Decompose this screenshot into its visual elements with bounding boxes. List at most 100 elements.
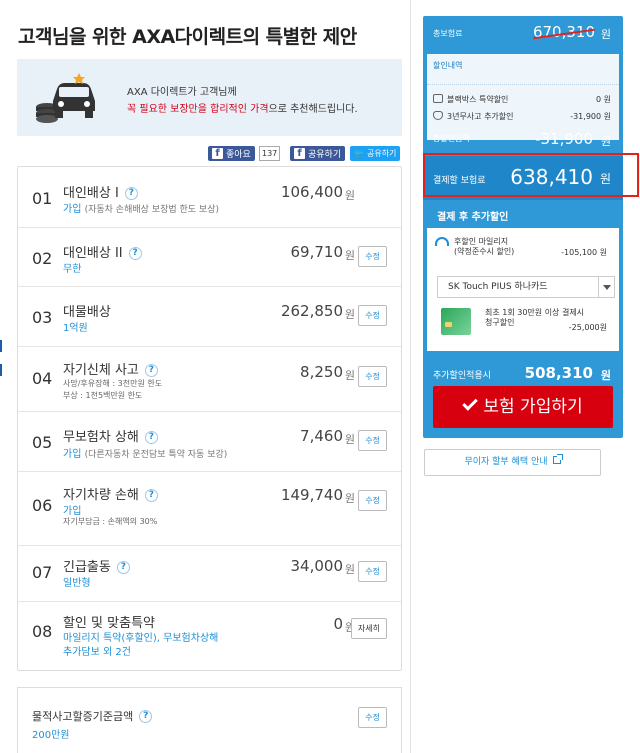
help-icon[interactable]: ? — [144, 364, 158, 377]
join-insurance-button[interactable]: 보험 가입하기 — [433, 386, 613, 428]
after-payment-discounts: 후할인 마일리지 (약정준수시 할인) -105,100 원 SK Touch P… — [427, 228, 619, 351]
left-edge-marks — [0, 340, 3, 382]
won-unit: 원 — [344, 369, 355, 382]
total-premium-label: 총보험료 — [433, 29, 463, 38]
coverage-row-03: 03 대물배상 1억원 262,850 원 수정 — [18, 287, 401, 347]
coverage-name: 대물배상 — [63, 305, 111, 320]
coverage-row-04: 04 자기신체 사고? 사망/후유장해 : 3천만원 한도 부상 : 1천5백만원… — [18, 347, 401, 412]
coverage-row-02: 02 대인배상 II? 무한 69,710 원 수정 — [18, 228, 401, 287]
facebook-like-button[interactable]: f 좋아요 — [208, 146, 255, 161]
help-icon[interactable]: ? — [124, 187, 138, 200]
help-icon[interactable]: ? — [144, 431, 158, 444]
coverage-note: 사망/후유장해 : 3천만원 한도 부상 : 1천5백만원 한도 — [63, 379, 163, 400]
coverage-row-07: 07 긴급출동? 일반형 34,000 원 수정 — [18, 546, 401, 602]
after-payment-discount-header: 결제 후 추가할인 — [437, 212, 509, 223]
edit-button[interactable]: 수정 — [358, 305, 387, 326]
won-unit: 원 — [344, 189, 355, 202]
recommendation-banner: AXA 다이렉트가 고객님께 꼭 필요한 보장만을 합리적인 가격으로 추천해드… — [17, 59, 402, 136]
coverage-sub: 일반형 — [63, 578, 91, 589]
banner-line-1: AXA 다이렉트가 고객님께 — [127, 87, 237, 98]
coverage-sub: 가입 — [63, 506, 82, 517]
coverage-sub: 마일리지 특약(후할인), 무보험차상해 추가담보 외 2건 — [63, 633, 219, 658]
coverage-amount: 0 — [333, 615, 343, 633]
edit-button[interactable]: 수정 — [358, 366, 387, 387]
coverage-row-08: 08 할인 및 맞춤특약 마일리지 특약(후할인), 무보험차상해 추가담보 외 … — [18, 602, 401, 671]
fb-share-label: 공유하기 — [308, 150, 342, 160]
won-unit: 원 — [344, 249, 355, 262]
discount-item: 블랙박스 특약할인 0 원 — [433, 94, 611, 106]
facebook-share-button[interactable]: f 공유하기 — [290, 146, 346, 161]
total-discount-label: 총할인금액 — [433, 134, 470, 143]
coverage-number: 06 — [32, 496, 53, 515]
shield-icon — [433, 111, 443, 120]
discount-item: 3년무사고 추가할인 -31,900 원 — [433, 111, 611, 123]
coverage-amount: 262,850 — [280, 302, 343, 320]
coverage-amount: 8,250 — [300, 363, 343, 381]
facebook-icon: f — [294, 148, 305, 159]
edit-button[interactable]: 수정 — [358, 430, 387, 451]
discounted-total-label: 추가할인적용시 — [433, 371, 491, 381]
won-unit: 원 — [344, 563, 355, 576]
won-unit: 원 — [600, 28, 611, 41]
coverage-number: 07 — [32, 563, 53, 582]
coverage-amount: 7,460 — [300, 427, 343, 445]
help-icon[interactable]: ? — [128, 247, 142, 260]
won-unit: 원 — [344, 492, 355, 505]
edit-button[interactable]: 수정 — [358, 561, 387, 582]
like-label: 좋아요 — [226, 150, 251, 160]
discount-header: 할인내역 — [433, 61, 463, 70]
won-unit: 원 — [600, 135, 611, 148]
coverage-sub: 1억원 — [63, 323, 88, 334]
banner-line-2: 꼭 필요한 보장만을 합리적인 가격으로 추천해드립니다. — [127, 100, 358, 115]
banner-line-2-rest: 으로 추천해드립니다. — [268, 104, 358, 115]
coverage-amount: 106,400 — [280, 183, 343, 201]
card-discount-value: -25,000원 — [568, 323, 607, 332]
edit-button[interactable]: 수정 — [358, 490, 387, 511]
mileage-gauge-icon — [435, 237, 449, 246]
threshold-name: 물적사고할증기준금액? — [32, 708, 153, 724]
won-unit: 원 — [344, 308, 355, 321]
total-discount-value: -31,900 — [535, 130, 593, 148]
coverage-list: 01 대인배상 I? 가입 (자동차 손해배상 보장법 한도 보상) 106,4… — [17, 166, 402, 671]
card-select[interactable]: SK Touch PIUS 하나카드 — [437, 276, 615, 298]
coverage-row-06: 06 자기차량 손해? 가입 자기부담금 : 손해액의 30% 149,740 … — [18, 472, 401, 546]
coverage-amount: 69,710 — [290, 243, 344, 261]
tw-share-label: 공유하기 — [366, 149, 397, 158]
coverage-sub: 가입 (자동차 손해배상 보장법 한도 보상) — [63, 204, 219, 215]
external-link-icon — [552, 454, 563, 464]
coverage-row-05: 05 무보험차 상해? 가입 (다른자동차 운전담보 특약 자동 보강) 7,4… — [18, 412, 401, 472]
facebook-icon: f — [212, 148, 223, 159]
coverage-row-01: 01 대인배상 I? 가입 (자동차 손해배상 보장법 한도 보상) 106,4… — [18, 167, 401, 228]
coverage-name: 자기신체 사고? — [63, 359, 158, 378]
edit-button[interactable]: 수정 — [358, 707, 387, 728]
help-icon[interactable]: ? — [144, 489, 158, 502]
like-count: 137 — [259, 146, 281, 161]
won-unit: 원 — [600, 369, 611, 382]
help-icon[interactable]: ? — [116, 561, 130, 574]
twitter-share-button[interactable]: 🐦 공유하기 — [350, 146, 401, 161]
coverage-number: 04 — [32, 369, 53, 388]
chevron-down-icon — [598, 277, 614, 297]
help-icon[interactable]: ? — [139, 710, 153, 723]
won-unit: 원 — [344, 433, 355, 446]
details-button[interactable]: 자세히 — [350, 618, 387, 639]
coverage-number: 05 — [32, 433, 53, 452]
page-title: 고객님을 위한 AXA다이렉트의 특별한 제안 — [18, 26, 357, 48]
banner-highlight: 꼭 필요한 보장만을 합리적인 가격 — [127, 104, 269, 115]
edit-button[interactable]: 수정 — [358, 246, 387, 267]
coverage-number: 08 — [32, 622, 53, 641]
credit-card-icon — [441, 308, 471, 335]
total-premium-value: 670,310 — [532, 23, 595, 41]
coverage-amount: 149,740 — [280, 486, 343, 504]
highlight-box — [423, 153, 639, 197]
mileage-text: 후할인 마일리지 (약정준수시 할인) — [454, 237, 515, 256]
coverage-name: 대인배상 I? — [63, 182, 138, 201]
installment-info-button[interactable]: 무이자 할부 혜택 안내 — [424, 449, 601, 476]
coverage-name: 무보험차 상해? — [63, 426, 158, 445]
column-divider — [410, 0, 411, 753]
coverage-amount: 34,000 — [290, 557, 344, 575]
coverage-name: 대인배상 II? — [63, 242, 142, 261]
discount-separator — [427, 84, 619, 85]
coverage-sub: 무한 — [63, 264, 82, 275]
threshold-value: 200만원 — [32, 730, 70, 741]
